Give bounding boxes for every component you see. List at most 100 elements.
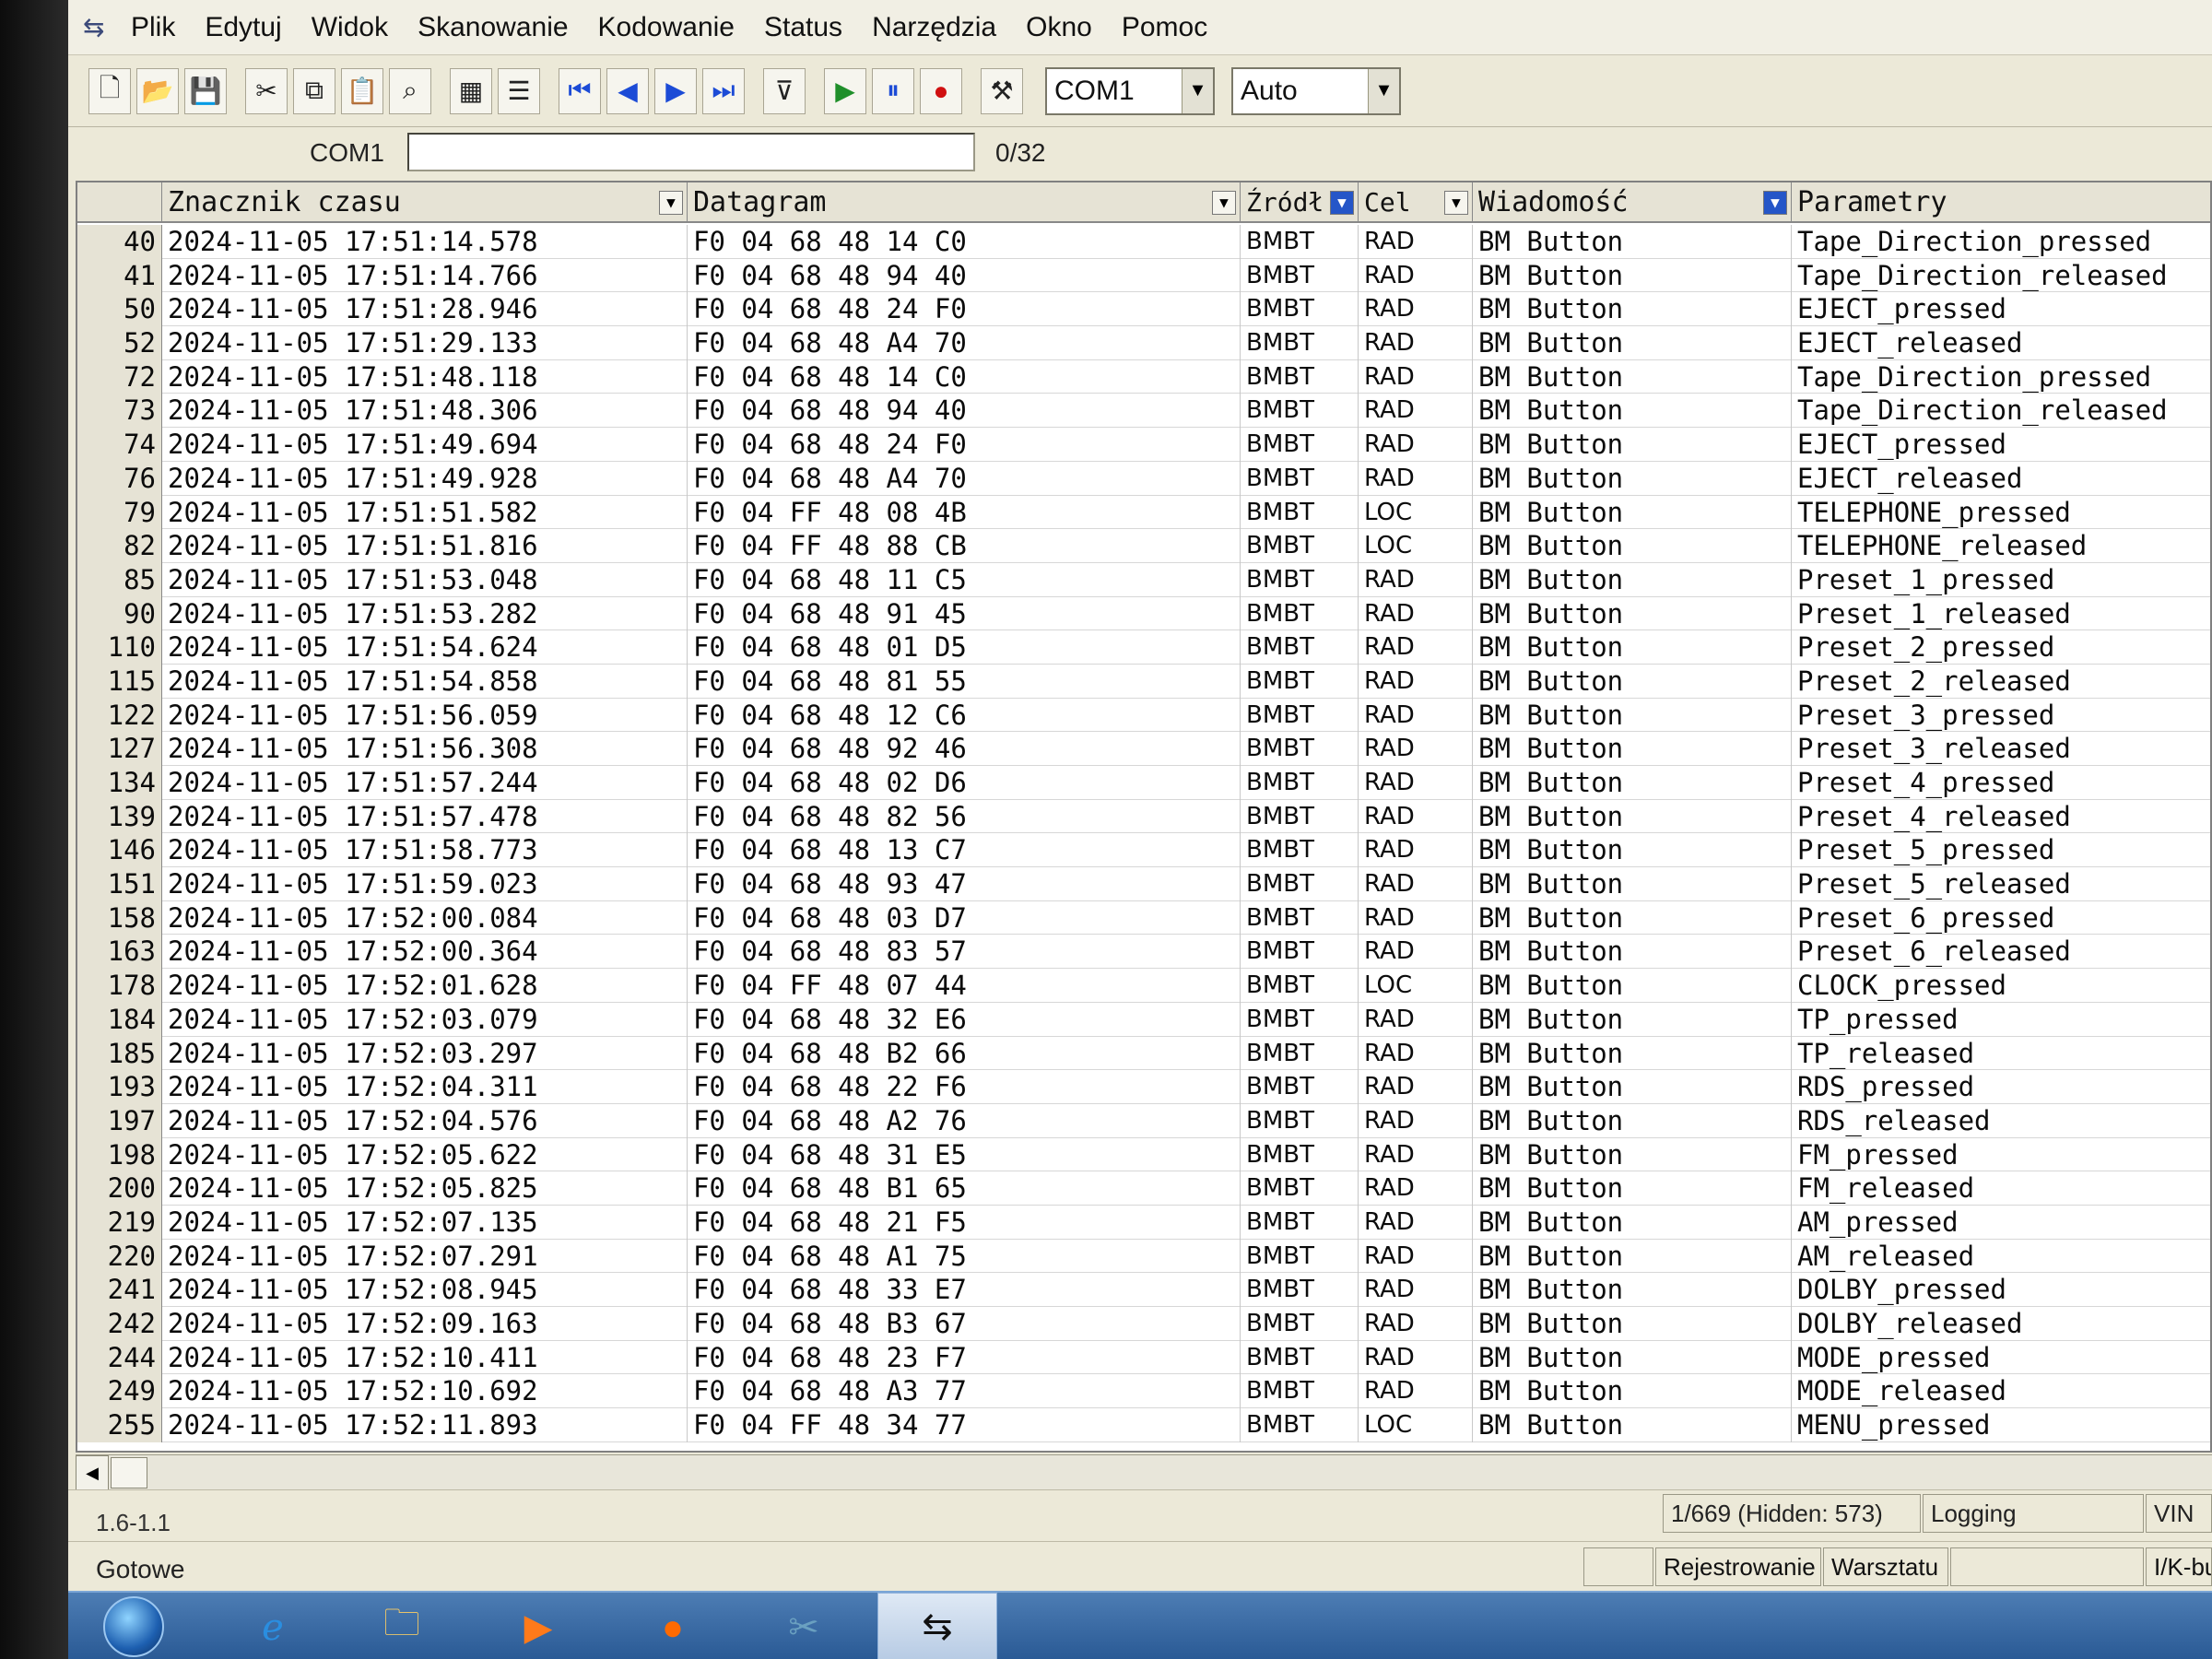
first-record-icon[interactable]: ⏮: [559, 67, 601, 114]
menu-plik[interactable]: Plik: [131, 12, 175, 43]
table-row[interactable]: 200 2024-11-05 17:52:05.825 F0 04 68 48 B1…: [77, 1171, 2210, 1206]
table-row[interactable]: 122 2024-11-05 17:51:56.059 F0 04 68 48 12…: [77, 698, 2210, 733]
find-icon[interactable]: ⌕: [389, 67, 431, 114]
port-select[interactable]: COM1 ▼: [1045, 66, 1215, 115]
chevron-down-icon[interactable]: ▼: [659, 191, 683, 215]
internet-explorer-icon[interactable]: ℯ: [243, 1600, 302, 1655]
cell-dg: F0 04 FF 48 88 CB: [688, 529, 1241, 563]
table-row[interactable]: 220 2024-11-05 17:52:07.291 F0 04 68 48 A1…: [77, 1239, 2210, 1274]
table-row[interactable]: 134 2024-11-05 17:51:57.244 F0 04 68 48 02…: [77, 766, 2210, 800]
mode-select[interactable]: Auto ▼: [1231, 66, 1401, 115]
table-row[interactable]: 198 2024-11-05 17:52:05.622 F0 04 68 48 31…: [77, 1137, 2210, 1172]
table-row[interactable]: 139 2024-11-05 17:51:57.478 F0 04 68 48 82…: [77, 799, 2210, 834]
table-row[interactable]: 41 2024-11-05 17:51:14.766 F0 04 68 48 94 …: [77, 258, 2210, 293]
menu-skanowanie[interactable]: Skanowanie: [418, 12, 568, 43]
horizontal-scrollbar[interactable]: ◀: [76, 1454, 2212, 1490]
chevron-down-icon[interactable]: ▼: [1368, 68, 1399, 113]
menu-narzedzia[interactable]: Narzędzia: [872, 12, 996, 43]
table-row[interactable]: 241 2024-11-05 17:52:08.945 F0 04 68 48 33…: [77, 1273, 2210, 1307]
table-row[interactable]: 193 2024-11-05 17:52:04.311 F0 04 68 48 22…: [77, 1070, 2210, 1104]
menu-okno[interactable]: Okno: [1026, 12, 1092, 43]
table-row[interactable]: 127 2024-11-05 17:51:56.308 F0 04 68 48 92…: [77, 732, 2210, 766]
cell-src: BMBT: [1241, 867, 1359, 901]
header-datagram[interactable]: Datagram ▼: [688, 182, 1241, 223]
table-row[interactable]: 72 2024-11-05 17:51:48.118 F0 04 68 48 14 …: [77, 359, 2210, 394]
table-row[interactable]: 74 2024-11-05 17:51:49.694 F0 04 68 48 24 …: [77, 428, 2210, 462]
cell-ts: 2024-11-05 17:51:56.059: [162, 698, 688, 733]
last-record-icon[interactable]: ⏭: [702, 67, 745, 114]
table-row[interactable]: 73 2024-11-05 17:51:48.306 F0 04 68 48 94 …: [77, 394, 2210, 429]
scroll-left-icon[interactable]: ◀: [76, 1455, 109, 1490]
grid-rows: 40 2024-11-05 17:51:14.578 F0 04 68 48 14 …: [77, 225, 2210, 1442]
table-row[interactable]: 85 2024-11-05 17:51:53.048 F0 04 68 48 11 …: [77, 562, 2210, 597]
table-row[interactable]: 82 2024-11-05 17:51:51.816 F0 04 FF 48 88 …: [77, 529, 2210, 563]
record-icon[interactable]: ●: [920, 67, 962, 114]
header-target[interactable]: Cel ▼: [1359, 182, 1473, 223]
list-view-icon[interactable]: ☰: [498, 67, 540, 114]
cell-dst: RAD: [1359, 461, 1473, 496]
table-row[interactable]: 197 2024-11-05 17:52:04.576 F0 04 68 48 A2…: [77, 1103, 2210, 1138]
table-row[interactable]: 255 2024-11-05 17:52:11.893 F0 04 FF 48 34…: [77, 1408, 2210, 1442]
table-row[interactable]: 244 2024-11-05 17:52:10.411 F0 04 68 48 23…: [77, 1340, 2210, 1375]
open-folder-icon[interactable]: 📂: [136, 67, 179, 114]
file-explorer-icon[interactable]: 🗀: [372, 1600, 431, 1655]
header-timestamp[interactable]: Znacznik czasu ▼: [162, 182, 688, 223]
table-row[interactable]: 90 2024-11-05 17:51:53.282 F0 04 68 48 91 …: [77, 596, 2210, 631]
media-player-icon[interactable]: ▶: [509, 1600, 568, 1655]
cell-ts: 2024-11-05 17:51:51.582: [162, 495, 688, 530]
pause-icon[interactable]: ⏸: [872, 67, 914, 114]
save-icon[interactable]: 💾: [184, 67, 227, 114]
table-row[interactable]: 50 2024-11-05 17:51:28.946 F0 04 68 48 24 …: [77, 292, 2210, 327]
table-row[interactable]: 110 2024-11-05 17:51:54.624 F0 04 68 48 01…: [77, 630, 2210, 665]
cell-src: BMBT: [1241, 529, 1359, 563]
copy-icon[interactable]: ⧉: [293, 67, 335, 114]
table-row[interactable]: 178 2024-11-05 17:52:01.628 F0 04 FF 48 07…: [77, 969, 2210, 1003]
table-row[interactable]: 163 2024-11-05 17:52:00.364 F0 04 68 48 83…: [77, 935, 2210, 970]
table-row[interactable]: 40 2024-11-05 17:51:14.578 F0 04 68 48 14 …: [77, 225, 2210, 259]
table-row[interactable]: 249 2024-11-05 17:52:10.692 F0 04 68 48 A3…: [77, 1374, 2210, 1409]
previous-record-icon[interactable]: ◀: [606, 67, 649, 114]
firefox-icon[interactable]: ●: [643, 1600, 702, 1655]
menu-status[interactable]: Status: [764, 12, 842, 43]
cell-idx: 50: [77, 292, 162, 327]
header-source[interactable]: Źródł ▼: [1241, 182, 1359, 223]
cut-icon[interactable]: ✂: [245, 67, 288, 114]
scroll-thumb[interactable]: [111, 1457, 147, 1488]
chevron-down-icon[interactable]: ▼: [1212, 191, 1236, 215]
menu-edytuj[interactable]: Edytuj: [205, 12, 281, 43]
next-record-icon[interactable]: ▶: [654, 67, 697, 114]
active-app-task[interactable]: ⇆: [877, 1593, 997, 1659]
table-row[interactable]: 115 2024-11-05 17:51:54.858 F0 04 68 48 81…: [77, 664, 2210, 699]
table-row[interactable]: 151 2024-11-05 17:51:59.023 F0 04 68 48 93…: [77, 867, 2210, 901]
tools-icon[interactable]: ⚒: [981, 67, 1023, 114]
table-row[interactable]: 158 2024-11-05 17:52:00.084 F0 04 68 48 03…: [77, 900, 2210, 935]
paste-icon[interactable]: 📋: [341, 67, 383, 114]
cell-msg: BM Button: [1473, 326, 1792, 360]
filter-icon[interactable]: ⊽: [763, 67, 806, 114]
start-button-icon[interactable]: [103, 1596, 164, 1657]
app-logo-icon[interactable]: ⇆: [83, 13, 111, 41]
header-params[interactable]: Parametry: [1792, 182, 2210, 223]
filter-active-icon[interactable]: ▼: [1330, 191, 1354, 215]
table-row[interactable]: 79 2024-11-05 17:51:51.582 F0 04 FF 48 08 …: [77, 495, 2210, 530]
snipping-tool-icon[interactable]: ✂: [774, 1600, 833, 1655]
table-row[interactable]: 242 2024-11-05 17:52:09.163 F0 04 68 48 B3…: [77, 1307, 2210, 1341]
menu-kodowanie[interactable]: Kodowanie: [598, 12, 735, 43]
table-row[interactable]: 184 2024-11-05 17:52:03.079 F0 04 68 48 32…: [77, 1002, 2210, 1037]
table-row[interactable]: 146 2024-11-05 17:51:58.773 F0 04 68 48 13…: [77, 833, 2210, 868]
chevron-down-icon[interactable]: ▼: [1444, 191, 1468, 215]
header-message[interactable]: Wiadomość ▼: [1473, 182, 1792, 223]
new-file-icon[interactable]: 🗋: [88, 67, 131, 114]
cell-ts: 2024-11-05 17:52:05.622: [162, 1137, 688, 1172]
table-row[interactable]: 219 2024-11-05 17:52:07.135 F0 04 68 48 21…: [77, 1205, 2210, 1240]
menu-pomoc[interactable]: Pomoc: [1122, 12, 1207, 43]
play-icon[interactable]: ▶: [824, 67, 866, 114]
chevron-down-icon[interactable]: ▼: [1182, 68, 1213, 113]
port-counter: 0/32: [995, 138, 1046, 167]
table-row[interactable]: 52 2024-11-05 17:51:29.133 F0 04 68 48 A4 …: [77, 326, 2210, 360]
table-row[interactable]: 185 2024-11-05 17:52:03.297 F0 04 68 48 B2…: [77, 1036, 2210, 1071]
menu-widok[interactable]: Widok: [312, 12, 388, 43]
table-row[interactable]: 76 2024-11-05 17:51:49.928 F0 04 68 48 A4 …: [77, 461, 2210, 496]
filter-active-icon[interactable]: ▼: [1763, 191, 1787, 215]
table-view-icon[interactable]: ▦: [450, 67, 492, 114]
